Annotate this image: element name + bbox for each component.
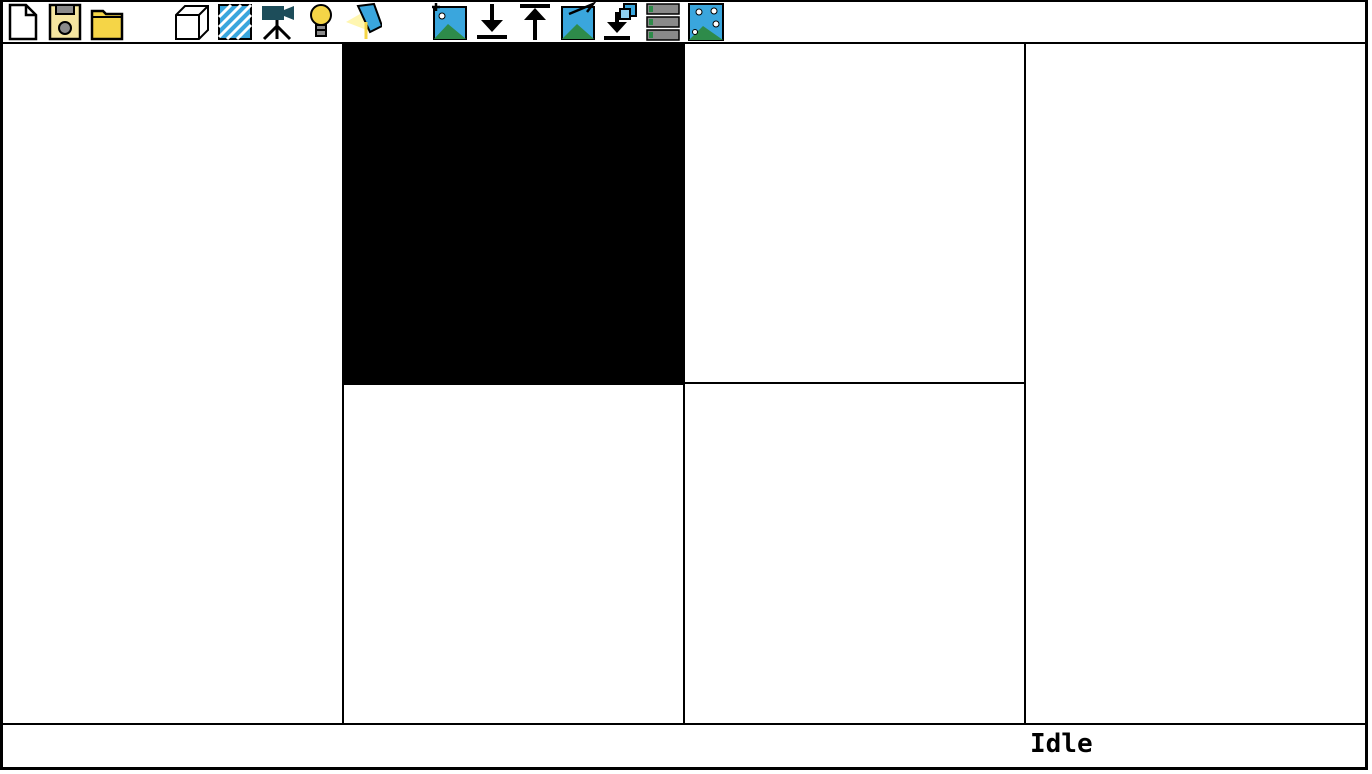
toolbar <box>0 0 1372 43</box>
landscape-sparkle-icon <box>688 3 724 41</box>
status-text: Idle <box>1030 729 1093 759</box>
viewport-left-pane[interactable] <box>3 44 342 723</box>
import-button[interactable] <box>473 2 511 41</box>
import-layers-icon <box>604 3 637 40</box>
viewport-top-right-pane[interactable] <box>685 44 1025 383</box>
light-button[interactable] <box>302 2 340 41</box>
light-bulb-icon <box>310 4 332 37</box>
render-image-button[interactable] <box>559 2 597 41</box>
arrow-up-icon <box>520 4 550 40</box>
statusbar-divider <box>0 723 1368 725</box>
layers-list-icon <box>646 3 680 41</box>
new-file-icon <box>8 3 38 41</box>
spotlight-button[interactable] <box>344 2 382 41</box>
save-button[interactable] <box>46 2 84 41</box>
spotlight-icon <box>346 2 382 39</box>
texture-button[interactable] <box>216 2 254 41</box>
window-border-bottom <box>0 767 1368 770</box>
application-window: Idle <box>0 0 1372 774</box>
properties-panel[interactable] <box>1026 44 1365 723</box>
open-folder-button[interactable] <box>88 2 126 41</box>
pane-divider-1 <box>342 385 344 723</box>
arrow-down-icon <box>477 4 507 39</box>
cube-button[interactable] <box>172 2 210 41</box>
pane-divider-horizontal <box>685 382 1024 384</box>
export-button[interactable] <box>516 2 554 41</box>
camera-button[interactable] <box>258 2 296 41</box>
movie-camera-icon <box>262 6 294 41</box>
add-image-button[interactable] <box>430 2 468 41</box>
pane-divider-2 <box>683 385 685 723</box>
pane-divider-3 <box>1024 44 1026 723</box>
folder-icon <box>90 9 124 41</box>
import-layers-button[interactable] <box>602 2 640 41</box>
viewport-active-pane[interactable] <box>342 43 685 385</box>
image-add-icon <box>432 3 467 40</box>
image-render-icon <box>561 2 597 40</box>
cube-icon <box>175 5 209 40</box>
viewport-bottom-right-pane[interactable] <box>685 385 1025 723</box>
gallery-button[interactable] <box>687 2 725 41</box>
layers-list-button[interactable] <box>644 2 682 41</box>
hatched-texture-icon <box>217 3 253 41</box>
window-border-top <box>0 0 1368 2</box>
new-file-button[interactable] <box>4 2 42 41</box>
window-border-right <box>1365 0 1368 770</box>
save-disk-icon <box>48 3 82 41</box>
viewport-bottom-middle-pane[interactable] <box>344 386 684 723</box>
